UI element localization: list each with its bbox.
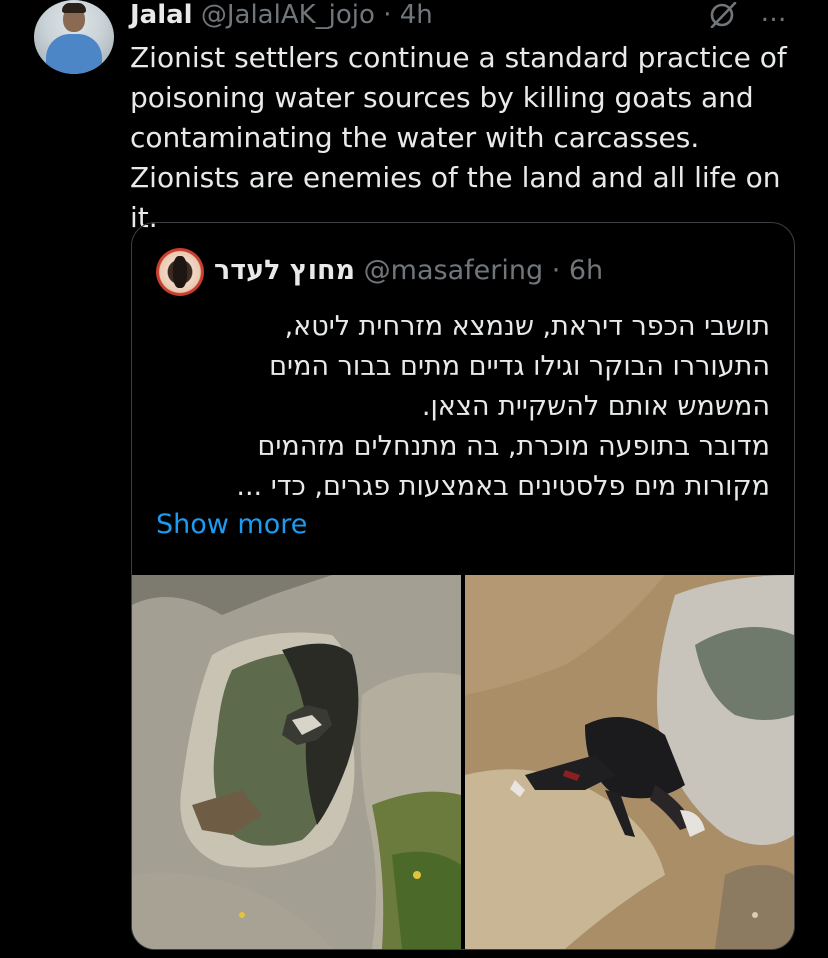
quoted-author-handle[interactable]: @masafering bbox=[364, 255, 543, 286]
avatar[interactable] bbox=[34, 0, 114, 74]
tweet-text-line: contaminating the water with carcasses. bbox=[130, 121, 700, 154]
more-icon[interactable]: … bbox=[756, 0, 792, 28]
quoted-text-line: התעוררו הבוקר וגילו גדיים מתים בבור המים bbox=[269, 351, 770, 382]
quoted-time[interactable]: 6h bbox=[569, 255, 603, 286]
separator: · bbox=[551, 255, 561, 286]
tweet-time[interactable]: 4h bbox=[400, 0, 433, 30]
tweet: Jalal @JalalAK_jojo · 4h … Zionist settl… bbox=[0, 0, 828, 958]
tweet-header: Jalal @JalalAK_jojo · 4h bbox=[130, 0, 433, 30]
quoted-author-name[interactable]: מחוץ לעדר bbox=[214, 255, 355, 286]
quoted-text-line: המשמש אותם להשקיית הצאן. bbox=[421, 391, 770, 422]
media-photo[interactable] bbox=[465, 575, 794, 949]
tweet-text-line: Zionist settlers continue a standard pra… bbox=[130, 41, 787, 74]
author-name[interactable]: Jalal bbox=[130, 0, 193, 30]
show-more-link[interactable]: Show more bbox=[156, 505, 307, 545]
tweet-text: Zionist settlers continue a standard pra… bbox=[130, 38, 810, 238]
author-handle[interactable]: @JalalAK_jojo bbox=[201, 0, 375, 30]
quoted-text-line: מקורות מים פלסטינים באמצעות פגרים, כדי .… bbox=[236, 471, 770, 502]
quoted-text-line: תושבי הכפר דיראת, שנמצא מזרחית ליטא, bbox=[284, 311, 770, 342]
quoted-header: מחוץ לעדר @masafering · 6h bbox=[214, 253, 603, 289]
tweet-text-line: poisoning water sources by killing goats… bbox=[130, 81, 754, 114]
quoted-text: תושבי הכפר דיראת, שנמצא מזרחית ליטא, התע… bbox=[152, 307, 770, 507]
media-grid bbox=[132, 575, 794, 949]
quoted-tweet[interactable]: מחוץ לעדר @masafering · 6h תושבי הכפר די… bbox=[131, 222, 795, 950]
grok-icon[interactable] bbox=[708, 1, 738, 29]
quoted-text-line: מדובר בתופעה מוכרת, בה מתנחלים מזהמים bbox=[257, 431, 770, 462]
media-photo[interactable] bbox=[132, 575, 461, 949]
separator: · bbox=[383, 0, 392, 30]
quoted-avatar[interactable] bbox=[156, 248, 204, 296]
